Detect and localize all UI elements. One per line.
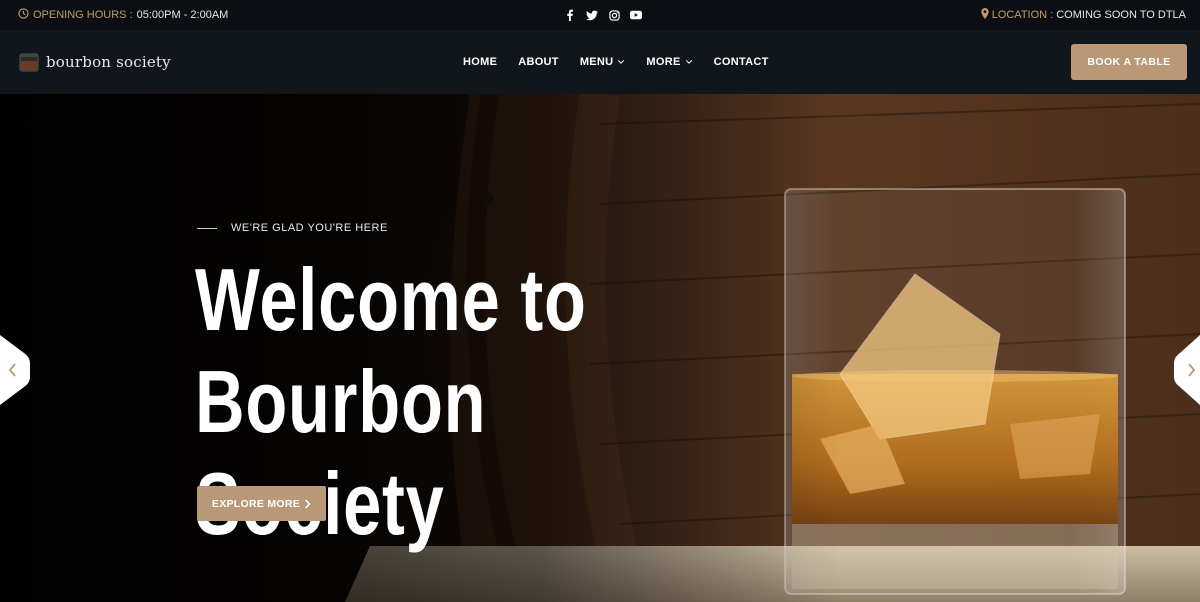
nav-menu-label: MENU (579, 56, 614, 68)
map-pin-icon (981, 8, 989, 22)
nav-menu[interactable]: MENU (580, 56, 626, 68)
site-logo[interactable]: bourbon society (18, 50, 171, 74)
clock-icon (18, 8, 29, 22)
book-a-table-button[interactable]: BOOK A TABLE (1071, 44, 1187, 80)
slider-prev-arrow[interactable] (0, 335, 30, 405)
nav-more-label: MORE (646, 56, 681, 68)
chevron-right-icon (305, 498, 311, 509)
location: LOCATION : COMING SOON TO DTLA (981, 0, 1186, 30)
nav-contact[interactable]: CONTACT (714, 56, 769, 68)
location-label: LOCATION : (991, 9, 1054, 21)
headline-line-1: Welcome to (195, 250, 587, 349)
youtube-icon[interactable] (630, 9, 642, 21)
nav-about[interactable]: ABOUT (518, 56, 559, 68)
top-info-bar: OPENING HOURS : 05:00PM - 2:00AM LOCATIO… (0, 0, 1200, 30)
instagram-icon[interactable] (608, 9, 620, 21)
hours-label: OPENING HOURS : (33, 9, 133, 21)
tagline-text: WE'RE GLAD YOU'RE HERE (231, 222, 388, 234)
nav-contact-label: CONTACT (713, 56, 769, 68)
location-value: COMING SOON TO DTLA (1056, 9, 1186, 21)
brand-name: bourbon society (46, 53, 171, 71)
hero-slider: WE'RE GLAD YOU'RE HERE Welcome to Bourbo… (0, 94, 1200, 602)
explore-more-button[interactable]: EXPLORE MORE (197, 486, 326, 521)
explore-more-label: EXPLORE MORE (211, 497, 301, 510)
nav-about-label: ABOUT (518, 56, 559, 68)
social-links (564, 0, 642, 30)
opening-hours: OPENING HOURS : 05:00PM - 2:00AM (18, 0, 228, 30)
whiskey-glass-icon (18, 51, 40, 73)
chevron-down-icon (618, 60, 625, 64)
hours-value: 05:00PM - 2:00AM (136, 9, 229, 21)
facebook-icon[interactable] (564, 9, 576, 21)
nav-more[interactable]: MORE (646, 56, 692, 68)
twitter-icon[interactable] (586, 9, 598, 21)
chevron-down-icon (685, 60, 692, 64)
primary-nav: HOME ABOUT MENU MORE CONTACT (463, 30, 790, 94)
tagline-divider (197, 227, 217, 229)
slider-next-arrow[interactable] (1174, 335, 1200, 405)
main-navbar: bourbon society HOME ABOUT MENU MORE CON… (0, 30, 1200, 94)
nav-home[interactable]: HOME (463, 56, 497, 68)
nav-home-label: HOME (463, 56, 498, 68)
hero-tagline: WE'RE GLAD YOU'RE HERE (197, 222, 388, 234)
headline-line-2: Bourbon Society (195, 352, 487, 553)
